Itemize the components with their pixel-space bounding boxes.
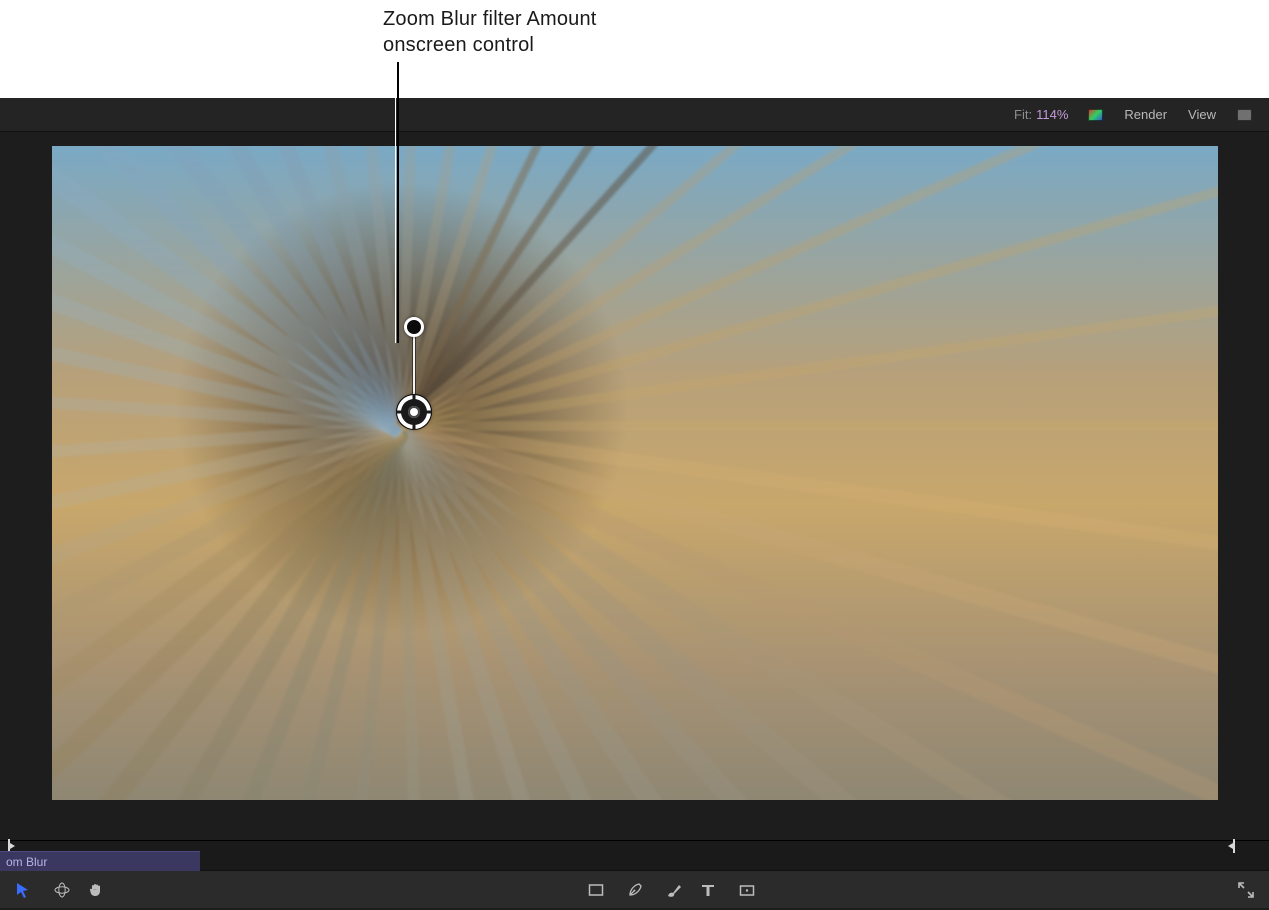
annotation-callout: Zoom Blur filter Amount onscreen control xyxy=(383,6,597,58)
color-channels-icon xyxy=(1088,109,1103,121)
center-tool-group xyxy=(587,881,761,899)
fullscreen-icon xyxy=(1237,881,1255,899)
render-menu[interactable]: Render xyxy=(1124,107,1172,122)
paint-stroke-tool[interactable] xyxy=(665,881,683,899)
pointer-icon xyxy=(14,881,32,899)
color-channels-menu[interactable] xyxy=(1088,109,1108,121)
square-swatch-icon xyxy=(1237,109,1252,121)
shape-tool[interactable] xyxy=(587,881,610,899)
left-tool-group xyxy=(14,881,110,899)
3d-transform-tool[interactable] xyxy=(53,881,71,899)
view-label: View xyxy=(1188,107,1216,122)
brush-icon xyxy=(665,881,683,899)
render-label: Render xyxy=(1124,107,1167,122)
right-tool-group xyxy=(1237,881,1255,899)
text-tool[interactable] xyxy=(699,881,722,899)
mini-timeline[interactable]: om Blur xyxy=(0,840,1269,870)
viewer-top-toolbar: Fit: 114% Render View xyxy=(0,98,1269,132)
orbit-3d-icon xyxy=(53,881,71,899)
osc-stem xyxy=(413,329,415,395)
rectangle-icon xyxy=(587,881,605,899)
hand-icon xyxy=(87,881,105,899)
fit-value: 114% xyxy=(1036,107,1068,122)
text-icon xyxy=(699,881,717,899)
mask-tool[interactable] xyxy=(738,881,761,899)
clip-label: om Blur xyxy=(6,855,47,869)
select-transform-tool[interactable] xyxy=(14,881,37,899)
mask-rectangle-icon xyxy=(738,881,756,899)
canvas-viewport xyxy=(0,132,1269,840)
pen-tool[interactable] xyxy=(626,881,649,899)
app-window: Fit: 114% Render View xyxy=(0,98,1269,910)
pen-nib-icon xyxy=(626,881,644,899)
annotation-line2: onscreen control xyxy=(383,32,597,58)
callout-leader-line xyxy=(397,62,399,343)
fullscreen-button[interactable] xyxy=(1237,881,1255,899)
canvas[interactable] xyxy=(52,146,1218,800)
osc-amount-handle[interactable] xyxy=(404,317,424,337)
zoom-blur-onscreen-control[interactable] xyxy=(397,395,431,429)
canvas-bottom-toolbar xyxy=(0,870,1269,908)
pan-tool[interactable] xyxy=(87,881,110,899)
out-point-marker-icon[interactable] xyxy=(1227,839,1237,853)
annotation-line1: Zoom Blur filter Amount xyxy=(383,6,597,32)
zoom-fit-control[interactable]: Fit: 114% xyxy=(1014,107,1072,122)
view-menu[interactable]: View xyxy=(1188,107,1221,122)
background-color-menu[interactable] xyxy=(1237,109,1257,121)
osc-center-target[interactable] xyxy=(397,395,431,429)
timeline-clip[interactable]: om Blur xyxy=(0,851,200,871)
fit-label: Fit: xyxy=(1014,107,1032,122)
